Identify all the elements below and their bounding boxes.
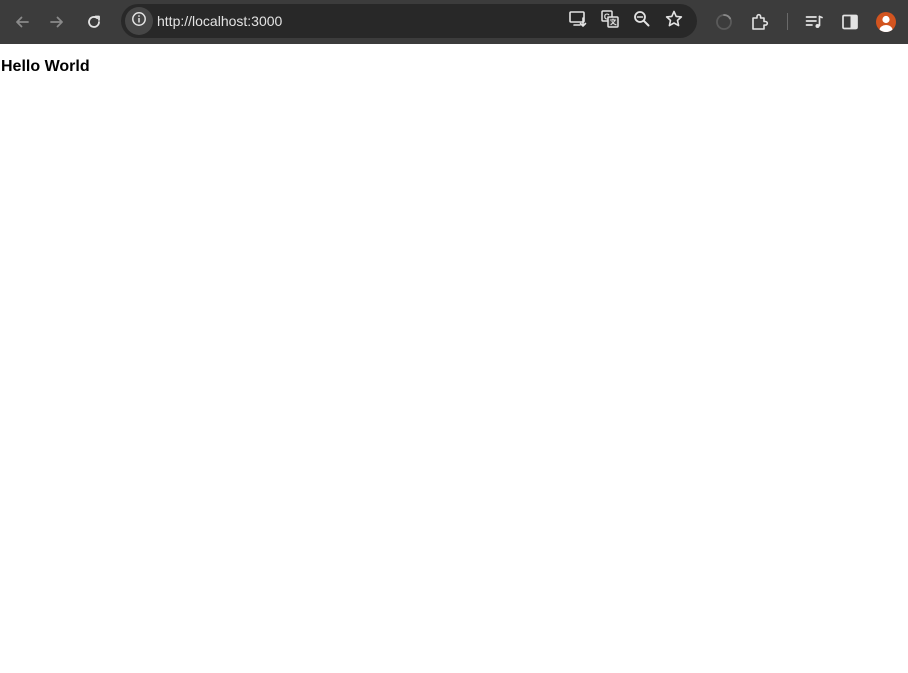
- forward-button[interactable]: [41, 6, 73, 38]
- loading-indicator: [708, 6, 740, 38]
- toolbar-divider: [787, 13, 788, 30]
- address-bar[interactable]: http://localhost:3000 G: [121, 4, 697, 38]
- forward-arrow-icon: [48, 13, 66, 31]
- side-panel-button[interactable]: [834, 6, 866, 38]
- side-panel-icon: [840, 12, 860, 32]
- translate-button[interactable]: G: [598, 9, 622, 33]
- page-heading: Hello World: [1, 58, 90, 75]
- profile-avatar[interactable]: [876, 12, 896, 32]
- info-icon: [131, 11, 147, 32]
- translate-icon: G: [600, 9, 620, 34]
- profile-avatar-icon: [876, 15, 896, 32]
- browser-toolbar: http://localhost:3000 G: [0, 0, 908, 44]
- reload-button[interactable]: [78, 6, 110, 38]
- site-info-button[interactable]: [125, 7, 153, 35]
- zoom-button[interactable]: [630, 9, 654, 33]
- media-controls-icon: [804, 12, 824, 32]
- url-text[interactable]: http://localhost:3000: [157, 4, 282, 38]
- star-icon: [664, 9, 684, 34]
- media-controls-button[interactable]: [798, 6, 830, 38]
- page-content: Hello World: [0, 44, 908, 673]
- puzzle-icon: [750, 12, 770, 32]
- zoom-icon: [632, 9, 652, 34]
- extensions-button[interactable]: [744, 6, 776, 38]
- install-app-button[interactable]: [566, 9, 590, 33]
- bookmark-button[interactable]: [662, 9, 686, 33]
- reload-icon: [85, 13, 103, 31]
- back-arrow-icon: [13, 13, 31, 31]
- install-app-icon: [568, 9, 588, 34]
- loading-spinner-icon: [714, 12, 734, 32]
- back-button[interactable]: [6, 6, 38, 38]
